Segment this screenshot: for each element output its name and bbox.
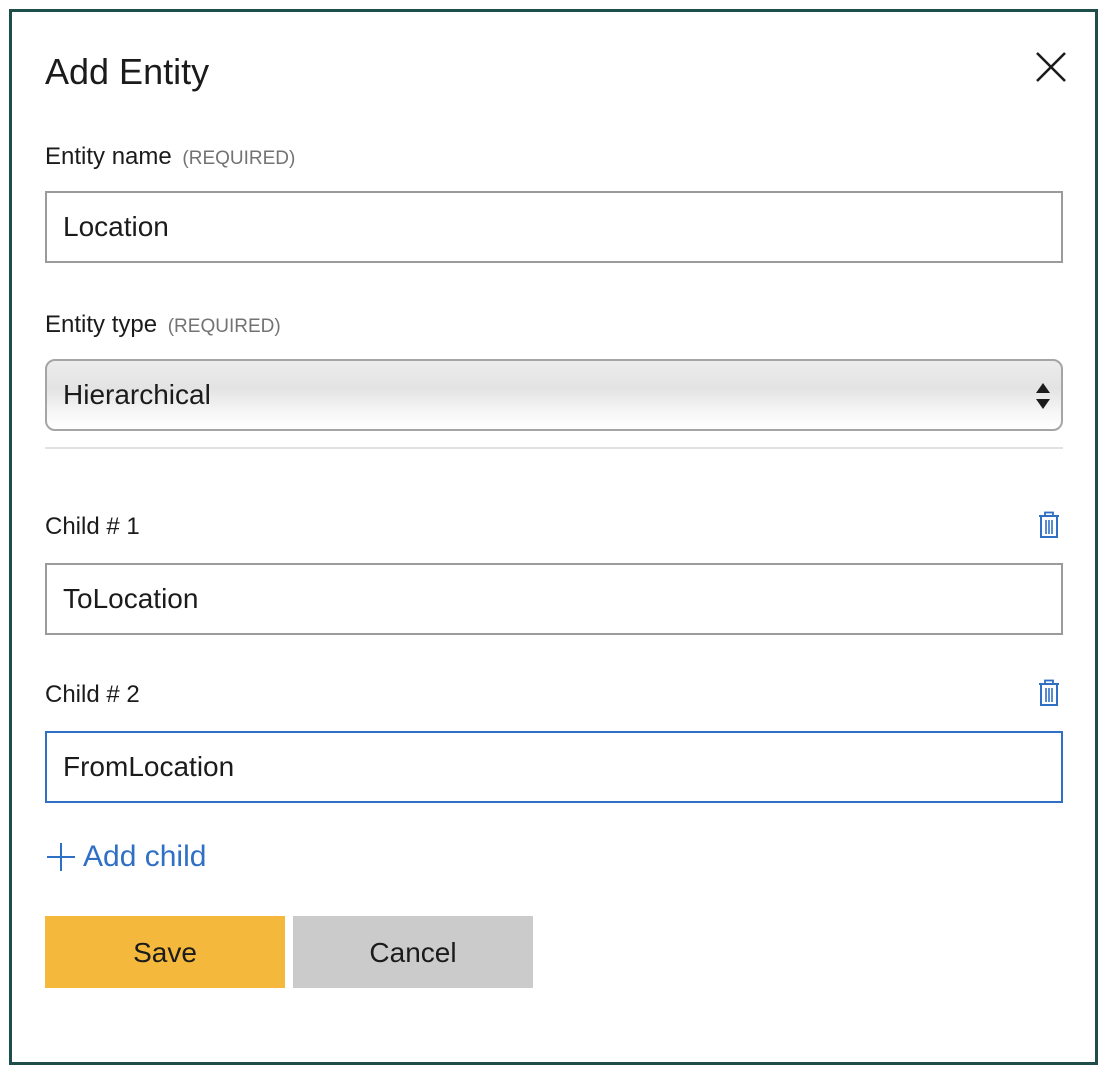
dialog-title: Add Entity: [45, 51, 210, 92]
child-2-label: Child # 2: [45, 681, 140, 708]
child-2-input[interactable]: [45, 731, 1063, 803]
add-child-link[interactable]: Add child: [45, 837, 206, 877]
entity-type-selected-value: Hierarchical: [63, 379, 211, 410]
entity-type-label: Entity type (REQUIRED): [45, 310, 281, 342]
child-1-label: Child # 1: [45, 513, 140, 540]
entity-name-input[interactable]: [45, 191, 1063, 263]
trash-icon: [1037, 511, 1061, 543]
add-entity-dialog: Add Entity Entity name (REQUIRED) Entity…: [9, 9, 1098, 1065]
cancel-button[interactable]: Cancel: [293, 916, 533, 988]
plus-icon: [45, 841, 77, 873]
close-icon: [1031, 47, 1071, 87]
delete-child-2-button[interactable]: [1037, 679, 1061, 707]
entity-type-select[interactable]: Hierarchical: [45, 359, 1063, 431]
entity-name-label-text: Entity name: [45, 143, 172, 170]
add-child-label: Add child: [83, 840, 207, 873]
entity-type-required-tag: (REQUIRED): [167, 316, 281, 337]
section-divider: [45, 447, 1063, 449]
entity-type-label-text: Entity type: [45, 311, 158, 338]
child-1-input[interactable]: [45, 563, 1063, 635]
close-button[interactable]: [1031, 47, 1071, 87]
select-arrows-icon: [1035, 381, 1051, 411]
entity-name-label: Entity name (REQUIRED): [45, 142, 295, 174]
delete-child-1-button[interactable]: [1037, 511, 1061, 539]
entity-name-required-tag: (REQUIRED): [182, 148, 296, 169]
trash-icon: [1037, 679, 1061, 711]
save-button[interactable]: Save: [45, 916, 285, 988]
